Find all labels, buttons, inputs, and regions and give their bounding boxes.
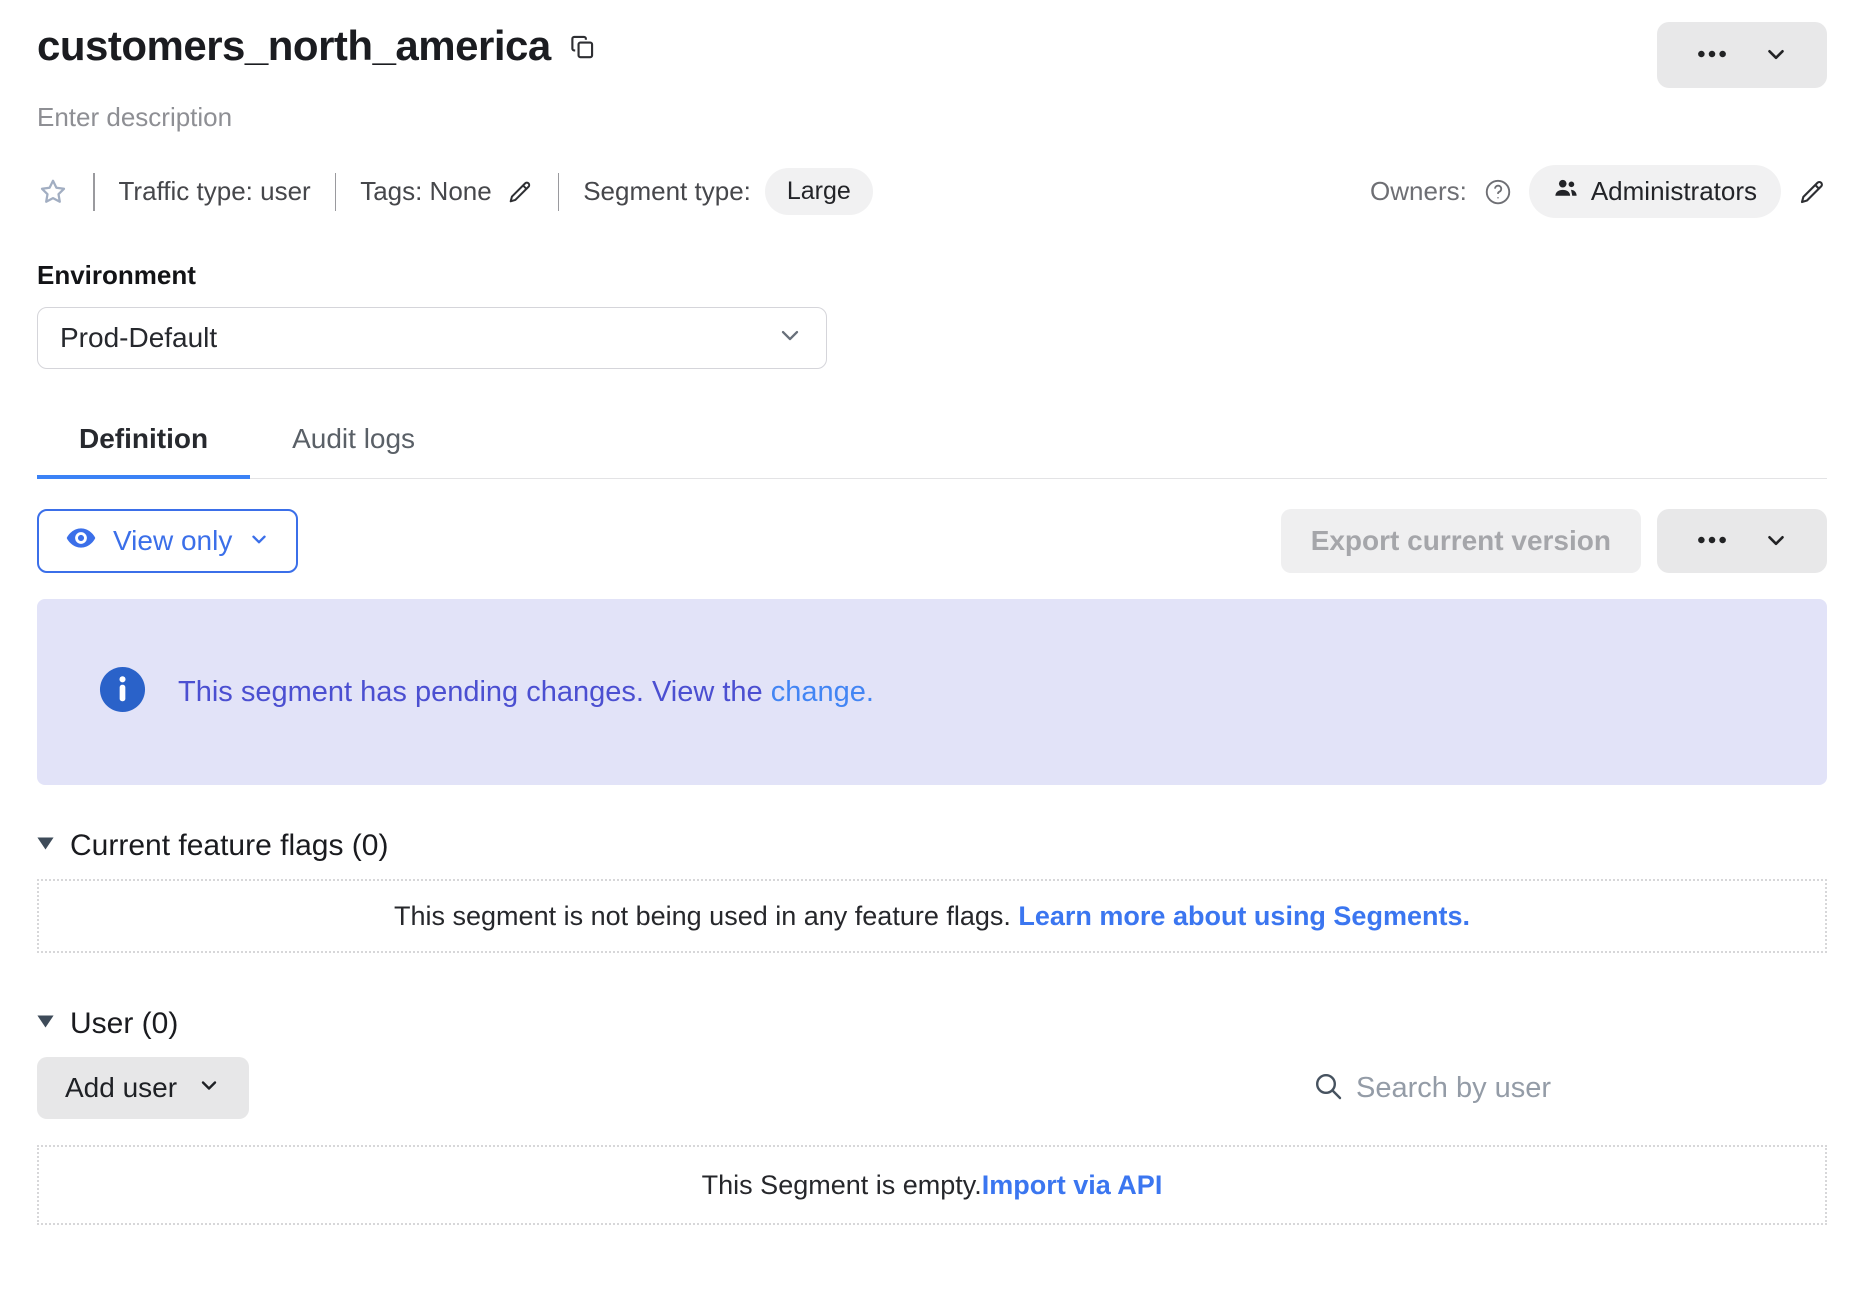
header: customers_north_america <box>37 22 1827 88</box>
divider <box>558 173 560 211</box>
ellipsis-icon <box>1695 37 1729 74</box>
owners: Owners: Administrators <box>1370 165 1827 218</box>
import-via-api-link[interactable]: Import via API <box>982 1170 1163 1201</box>
tab-bar: Definition Audit logs <box>37 407 1827 479</box>
search-by-user-input[interactable] <box>1356 1072 1827 1105</box>
user-controls: Add user <box>37 1057 1827 1119</box>
edit-tags-pencil-icon[interactable] <box>506 178 534 206</box>
owners-value: Administrators <box>1591 176 1757 207</box>
chevron-down-icon <box>248 525 270 557</box>
segment-type-label: Segment type: <box>583 176 751 207</box>
chevron-down-icon <box>776 321 804 356</box>
edit-owners-pencil-icon[interactable] <box>1797 177 1827 207</box>
tags-label: Tags: None <box>360 176 492 207</box>
feature-flags-empty-text: This segment is not being used in any fe… <box>394 901 1018 932</box>
segment-detail-page: customers_north_america Enter descriptio… <box>0 0 1864 1225</box>
chevron-down-icon <box>1763 41 1789 70</box>
definition-overflow-menu-button[interactable] <box>1657 509 1827 573</box>
help-circle-icon[interactable] <box>1483 177 1513 207</box>
feature-flags-section: Current feature flags (0) This segment i… <box>37 829 1827 953</box>
search-icon <box>1312 1070 1344 1107</box>
info-icon <box>99 666 146 718</box>
copy-icon[interactable] <box>569 33 596 60</box>
segment-type-badge: Large <box>765 168 873 215</box>
user-empty-text: This Segment is empty. <box>702 1170 982 1201</box>
chevron-down-icon <box>1763 527 1789 556</box>
user-section-header[interactable]: User (0) <box>37 1007 1827 1041</box>
feature-flags-section-header[interactable]: Current feature flags (0) <box>37 829 1827 863</box>
page-title: customers_north_america <box>37 22 551 70</box>
segment-overflow-menu-button[interactable] <box>1657 22 1827 88</box>
favorite-star-icon[interactable] <box>37 176 69 208</box>
feature-flags-empty-state: This segment is not being used in any fe… <box>37 879 1827 953</box>
user-search <box>1312 1070 1827 1107</box>
banner-message: This segment has pending changes. View t… <box>178 676 771 708</box>
meta-row: Traffic type: user Tags: None Segment ty… <box>37 165 1827 218</box>
view-only-button[interactable]: View only <box>37 509 298 573</box>
description-field[interactable]: Enter description <box>37 102 1827 133</box>
chevron-down-icon <box>197 1072 221 1104</box>
add-user-label: Add user <box>65 1072 177 1104</box>
divider <box>93 173 95 211</box>
divider <box>335 173 337 211</box>
tab-definition[interactable]: Definition <box>37 407 250 479</box>
user-empty-state: This Segment is empty.Import via API <box>37 1145 1827 1225</box>
ellipsis-icon <box>1695 523 1729 560</box>
environment-label: Environment <box>37 260 1827 291</box>
add-user-button[interactable]: Add user <box>37 1057 249 1119</box>
segment-type: Segment type: Large <box>583 168 873 215</box>
user-section-title: User (0) <box>70 1007 178 1041</box>
owners-label: Owners: <box>1370 176 1467 207</box>
definition-toolbar: View only Export current version <box>37 509 1827 573</box>
owners-badge: Administrators <box>1529 165 1781 218</box>
traffic-type: Traffic type: user <box>119 176 311 207</box>
tab-audit-logs[interactable]: Audit logs <box>250 407 457 479</box>
feature-flags-section-title: Current feature flags (0) <box>70 829 388 863</box>
environment-select[interactable]: Prod-Default <box>37 307 827 369</box>
pending-changes-banner: This segment has pending changes. View t… <box>37 599 1827 785</box>
environment-selected-value: Prod-Default <box>60 322 217 354</box>
caret-down-icon[interactable] <box>37 837 54 855</box>
user-section: User (0) Add user This Segment is empty.… <box>37 1007 1827 1225</box>
export-current-version-button[interactable]: Export current version <box>1281 509 1641 573</box>
caret-down-icon[interactable] <box>37 1015 54 1033</box>
eye-icon <box>65 522 97 561</box>
tags: Tags: None <box>360 176 534 207</box>
learn-more-segments-link[interactable]: Learn more about using Segments. <box>1018 901 1470 932</box>
people-icon <box>1553 175 1579 208</box>
view-change-link[interactable]: change. <box>771 676 874 708</box>
view-only-label: View only <box>113 525 232 557</box>
